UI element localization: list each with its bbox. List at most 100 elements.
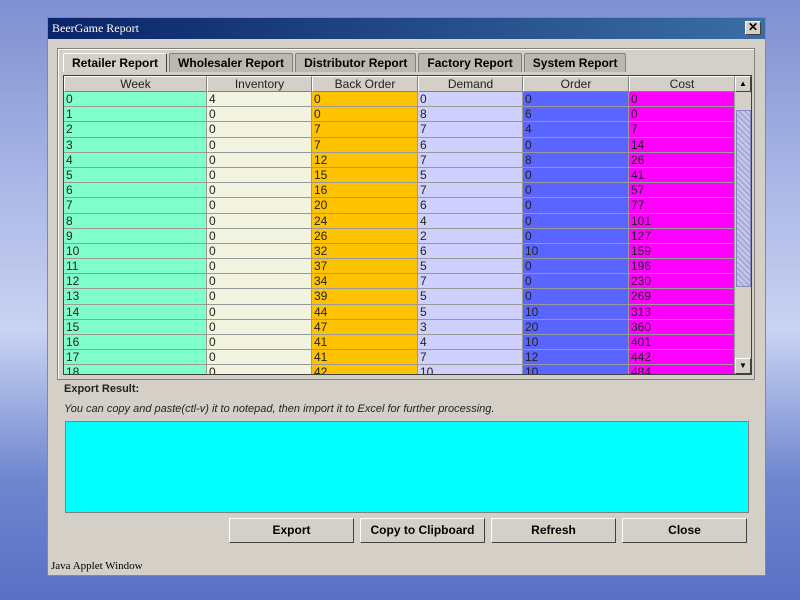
tab-factory-report[interactable]: Factory Report xyxy=(418,53,522,72)
table-cell[interactable]: 0 xyxy=(523,213,629,229)
table-row[interactable]: 6 0 16 7 0 57 xyxy=(64,183,751,199)
table-cell[interactable]: 26 xyxy=(629,152,735,168)
table-cell[interactable]: 0 xyxy=(523,183,629,199)
table-cell[interactable]: 34 xyxy=(312,274,418,290)
table-row[interactable]: 8 0 24 4 0 101 xyxy=(64,213,751,229)
table-cell[interactable]: 0 xyxy=(207,122,312,138)
table-cell[interactable]: 7 xyxy=(64,198,207,214)
table-cell[interactable]: 7 xyxy=(418,274,523,290)
table-cell[interactable]: 2 xyxy=(418,228,523,244)
tab-system-report[interactable]: System Report xyxy=(523,53,627,72)
table-cell[interactable]: 14 xyxy=(629,137,735,153)
table-cell[interactable]: 47 xyxy=(312,319,418,335)
table-cell[interactable]: 77 xyxy=(629,198,735,214)
table-cell[interactable]: 10 xyxy=(418,365,523,374)
table-row[interactable]: 18 0 42 10 10 484 xyxy=(64,365,751,374)
table-cell[interactable]: 11 xyxy=(64,259,207,275)
table-cell[interactable]: 15 xyxy=(64,319,207,335)
table-cell[interactable]: 4 xyxy=(418,213,523,229)
table-row[interactable]: 17 0 41 7 12 442 xyxy=(64,350,751,366)
table-cell[interactable]: 0 xyxy=(207,152,312,168)
table-row[interactable]: 100860 xyxy=(64,107,751,123)
table-cell[interactable]: 18 xyxy=(64,365,207,374)
table-cell[interactable]: 0 xyxy=(523,92,629,108)
table-cell[interactable]: 7 xyxy=(418,152,523,168)
table-cell[interactable]: 401 xyxy=(629,335,735,351)
table-row[interactable]: 3 0 7 6 0 14 xyxy=(64,137,751,153)
table-cell[interactable]: 0 xyxy=(523,137,629,153)
table-cell[interactable]: 24 xyxy=(312,213,418,229)
export-button[interactable]: Export xyxy=(229,518,354,543)
column-header[interactable]: Week xyxy=(64,76,207,92)
table-cell[interactable]: 41 xyxy=(312,335,418,351)
table-cell[interactable]: 10 xyxy=(523,365,629,374)
table-cell[interactable]: 8 xyxy=(418,107,523,123)
table-cell[interactable]: 0 xyxy=(629,107,735,123)
table-cell[interactable]: 0 xyxy=(64,92,207,108)
table-cell[interactable]: 42 xyxy=(312,365,418,374)
table-cell[interactable]: 0 xyxy=(312,107,418,123)
close-icon[interactable]: ✕ xyxy=(745,21,761,35)
table-cell[interactable]: 2 xyxy=(64,122,207,138)
table-cell[interactable]: 0 xyxy=(207,198,312,214)
table-cell[interactable]: 0 xyxy=(207,167,312,184)
table-cell[interactable]: 0 xyxy=(207,243,312,260)
scroll-down-icon[interactable]: ▼ xyxy=(735,358,751,374)
table-cell[interactable]: 269 xyxy=(629,289,735,305)
table-cell[interactable]: 12 xyxy=(64,274,207,290)
vertical-scrollbar[interactable]: ▲ ▼ xyxy=(734,76,751,374)
table-cell[interactable]: 6 xyxy=(418,243,523,260)
table-cell[interactable]: 57 xyxy=(629,183,735,199)
scroll-up-icon[interactable]: ▲ xyxy=(735,76,751,92)
table-cell[interactable]: 0 xyxy=(523,198,629,214)
table-cell[interactable]: 7 xyxy=(629,122,735,138)
table-row[interactable]: 5 0 15 5 0 41 xyxy=(64,167,751,184)
table-cell[interactable]: 0 xyxy=(207,228,312,244)
table-row[interactable]: 11 0 37 5 0 196 xyxy=(64,259,751,275)
table-cell[interactable]: 196 xyxy=(629,259,735,275)
table-row[interactable]: 7 0 20 6 0 77 xyxy=(64,198,751,214)
refresh-button[interactable]: Refresh xyxy=(491,518,616,543)
column-header[interactable]: Cost xyxy=(629,76,735,92)
table-cell[interactable]: 0 xyxy=(207,289,312,305)
table-row[interactable]: 12 0 34 7 0 230 xyxy=(64,274,751,290)
table-row[interactable]: 16 0 41 4 10 401 xyxy=(64,335,751,351)
table-cell[interactable]: 0 xyxy=(207,274,312,290)
table-cell[interactable]: 14 xyxy=(64,304,207,320)
table-cell[interactable]: 0 xyxy=(523,228,629,244)
table-cell[interactable]: 127 xyxy=(629,228,735,244)
table-cell[interactable]: 0 xyxy=(523,289,629,305)
table-cell[interactable]: 17 xyxy=(64,350,207,366)
table-cell[interactable]: 5 xyxy=(418,167,523,184)
table-cell[interactable]: 0 xyxy=(207,304,312,320)
table-cell[interactable]: 0 xyxy=(207,335,312,351)
table-cell[interactable]: 0 xyxy=(523,167,629,184)
table-cell[interactable]: 8 xyxy=(64,213,207,229)
table-cell[interactable]: 0 xyxy=(207,183,312,199)
column-header[interactable]: Inventory xyxy=(207,76,312,92)
table-cell[interactable]: 8 xyxy=(523,152,629,168)
table-row[interactable]: 13 0 39 5 0 269 xyxy=(64,289,751,305)
table-cell[interactable]: 10 xyxy=(523,304,629,320)
table-cell[interactable]: 39 xyxy=(312,289,418,305)
table-cell[interactable]: 12 xyxy=(312,152,418,168)
table-cell[interactable]: 159 xyxy=(629,243,735,260)
tab-distributor-report[interactable]: Distributor Report xyxy=(295,53,417,72)
table-cell[interactable]: 13 xyxy=(64,289,207,305)
table-cell[interactable]: 0 xyxy=(312,92,418,108)
table-cell[interactable]: 6 xyxy=(523,107,629,123)
table-cell[interactable]: 4 xyxy=(64,152,207,168)
table-cell[interactable]: 37 xyxy=(312,259,418,275)
close-button[interactable]: Close xyxy=(622,518,747,543)
table-cell[interactable]: 26 xyxy=(312,228,418,244)
table-cell[interactable]: 5 xyxy=(418,304,523,320)
table-cell[interactable]: 360 xyxy=(629,319,735,335)
table-row[interactable]: 15 0 47 3 20 360 xyxy=(64,319,751,335)
table-cell[interactable]: 5 xyxy=(64,167,207,184)
table-cell[interactable]: 0 xyxy=(207,365,312,374)
table-cell[interactable]: 9 xyxy=(64,228,207,244)
table-cell[interactable]: 5 xyxy=(418,289,523,305)
table-cell[interactable]: 0 xyxy=(207,213,312,229)
table-cell[interactable]: 230 xyxy=(629,274,735,290)
scroll-thumb[interactable] xyxy=(736,110,751,287)
